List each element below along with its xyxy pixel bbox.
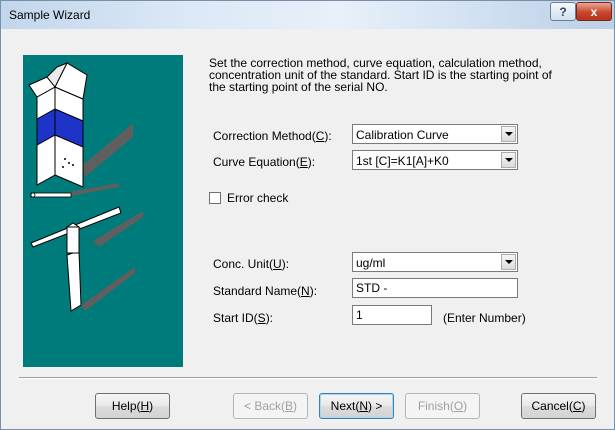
box-shadow <box>83 123 133 177</box>
close-button[interactable]: x <box>576 2 612 21</box>
help-button[interactable]: Help(H) <box>95 393 170 419</box>
finish-button[interactable]: Finish(O) <box>405 393 480 419</box>
correction-method-select[interactable]: Calibration Curve <box>352 124 518 144</box>
small-tube <box>30 192 72 198</box>
cancel-button[interactable]: Cancel(C) <box>521 393 596 419</box>
title-bar[interactable]: Sample Wizard ? x <box>1 1 614 29</box>
wizard-description: Set the correction method, curve equatio… <box>209 56 552 94</box>
help-title-button[interactable]: ? <box>550 2 576 21</box>
curve-equation-select[interactable]: 1st [C]=K1[A]+K0 <box>352 150 518 170</box>
checkbox-box[interactable] <box>209 192 221 204</box>
correction-method-label: Correction Method(C): <box>213 129 332 143</box>
start-id-hint: (Enter Number) <box>443 311 526 325</box>
start-id-input[interactable] <box>353 306 431 324</box>
error-check-checkbox[interactable]: Error check <box>209 191 288 205</box>
reagent-kit-illustration <box>28 62 143 312</box>
conc-unit-select[interactable]: ug/ml <box>352 252 518 272</box>
standard-name-label: Standard Name(N): <box>213 284 318 298</box>
correction-method-value: Calibration Curve <box>356 128 449 142</box>
chevron-down-icon[interactable] <box>501 126 516 142</box>
next-button[interactable]: Next(N) > <box>319 393 394 419</box>
conc-unit-label: Conc. Unit(U): <box>213 257 290 271</box>
error-check-label: Error check <box>227 191 289 205</box>
curve-equation-label: Curve Equation(E): <box>213 155 316 169</box>
window-title: Sample Wizard <box>9 8 91 22</box>
start-id-input-wrap[interactable] <box>352 305 432 325</box>
standard-name-input[interactable] <box>353 279 517 297</box>
question-mark-icon: ? <box>559 4 567 19</box>
standard-name-input-wrap[interactable] <box>352 278 518 298</box>
footer-separator <box>19 377 597 379</box>
chevron-down-icon[interactable] <box>501 152 516 168</box>
chevron-down-icon[interactable] <box>501 254 516 270</box>
vial <box>66 250 82 312</box>
sample-wizard-window: Sample Wizard ? x Set the correction met… <box>0 0 615 430</box>
close-icon: x <box>590 4 598 19</box>
back-button[interactable]: < Back(B) <box>233 393 308 419</box>
start-id-label: Start ID(S): <box>213 311 274 325</box>
curve-equation-value: 1st [C]=K1[A]+K0 <box>356 154 449 168</box>
wizard-illustration <box>23 55 183 367</box>
conc-unit-value: ug/ml <box>356 256 386 270</box>
